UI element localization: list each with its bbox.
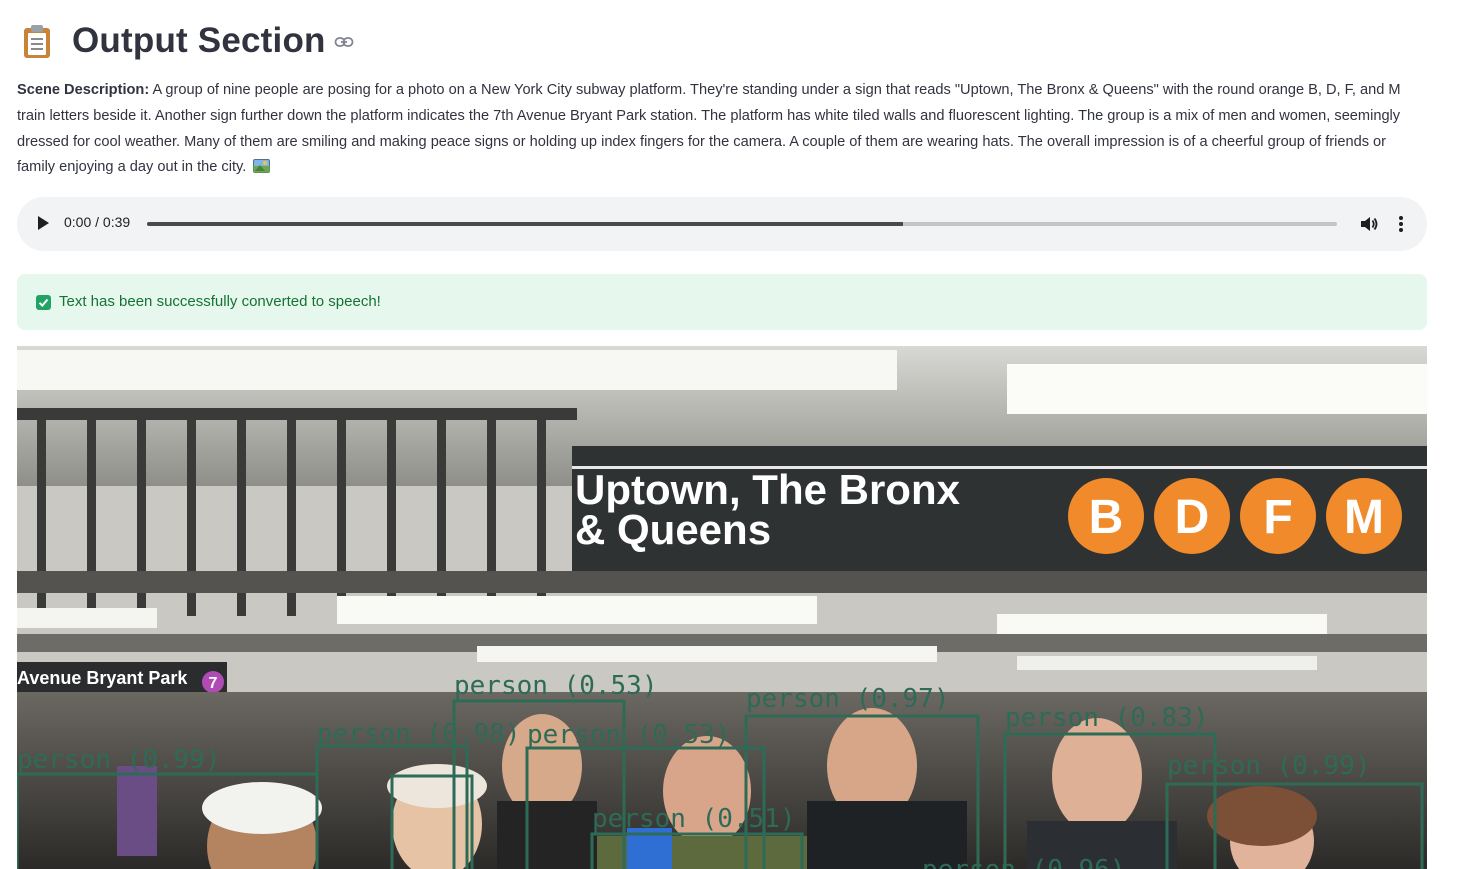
train-letter-b: B <box>1089 491 1124 544</box>
page-title: Output Section <box>72 21 326 60</box>
success-alert: Text has been successfully converted to … <box>17 274 1427 330</box>
detection-label: person (0.99) <box>17 745 221 775</box>
more-vert-icon[interactable] <box>1398 214 1404 239</box>
train-letter-m: M <box>1344 491 1384 544</box>
sign-main-line2: & Queens <box>575 506 771 553</box>
success-message: Text has been successfully converted to … <box>59 293 381 310</box>
volume-icon[interactable] <box>1359 214 1379 239</box>
audio-progress-fill <box>147 222 903 226</box>
train-letter-f: F <box>1263 491 1292 544</box>
link-icon[interactable] <box>334 35 354 53</box>
clipboard-icon <box>22 24 52 58</box>
check-box-icon <box>36 295 51 310</box>
train-letter-d: D <box>1175 491 1210 544</box>
sign-left-station: Avenue Bryant Park <box>17 668 188 688</box>
detection-label: person (0.53) <box>454 671 658 701</box>
detection-label: person (0.98) <box>317 719 521 749</box>
audio-player[interactable]: 0:00 / 0:39 <box>17 197 1427 251</box>
detection-image-canvas: Uptown, The Bronx & Queens B D F M Avenu… <box>17 346 1427 869</box>
audio-time: 0:00 / 0:39 <box>64 214 131 230</box>
detection-label: person (0.97) <box>746 684 950 714</box>
detection-label: person (0.51) <box>592 804 796 834</box>
detection-label: person (0.53) <box>527 720 731 750</box>
audio-seek-bar[interactable] <box>147 222 1337 226</box>
scene-description-label: Scene Description: <box>17 82 150 98</box>
scene-description-text: A group of nine people are posing for a … <box>17 82 1401 176</box>
section-header: Output Section <box>22 18 354 64</box>
detection-image: Uptown, The Bronx & Queens B D F M Avenu… <box>17 346 1427 869</box>
sign-left-route: 7 <box>209 675 218 692</box>
detection-label: person (0.83) <box>1005 703 1209 733</box>
detection-label: person (0.99) <box>1167 751 1371 781</box>
scene-description: Scene Description: A group of nine peopl… <box>17 78 1427 181</box>
detection-label: person (0.96) <box>922 855 1126 869</box>
picture-icon <box>250 159 271 175</box>
play-icon[interactable] <box>38 216 49 230</box>
